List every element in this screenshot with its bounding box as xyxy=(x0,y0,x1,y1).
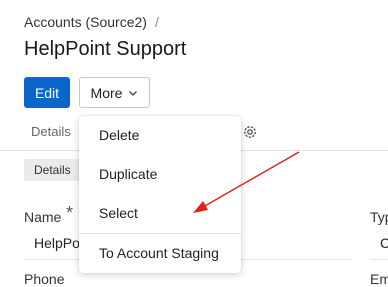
more-dropdown-menu: Delete Duplicate Select To Account Stagi… xyxy=(79,116,241,273)
menu-item-select[interactable]: Select xyxy=(99,205,138,221)
more-button[interactable]: More xyxy=(79,77,150,108)
menu-item-to-account-staging[interactable]: To Account Staging xyxy=(99,245,219,261)
email-field-label: Em xyxy=(370,271,388,287)
type-field-label: Typ xyxy=(370,209,388,225)
chevron-down-icon xyxy=(129,90,138,96)
section-header-details[interactable]: Details xyxy=(24,159,81,181)
required-indicator: * xyxy=(66,203,74,223)
type-field-underline xyxy=(370,259,388,260)
page-title: HelpPoint Support xyxy=(24,38,187,60)
menu-divider xyxy=(79,233,241,234)
menu-item-delete[interactable]: Delete xyxy=(99,127,139,143)
breadcrumb-separator: / xyxy=(154,14,159,30)
edit-button[interactable]: Edit xyxy=(24,77,70,108)
type-field-value: C xyxy=(380,235,388,251)
tab-details[interactable]: Details xyxy=(31,124,71,139)
name-field-label: Name xyxy=(24,209,62,225)
gear-icon[interactable] xyxy=(242,124,258,140)
phone-field-label: Phone xyxy=(24,271,65,287)
breadcrumb: Accounts (Source2) / xyxy=(24,14,159,30)
menu-item-duplicate[interactable]: Duplicate xyxy=(99,166,157,182)
breadcrumb-parent-link[interactable]: Accounts (Source2) xyxy=(24,14,147,30)
name-field-value: HelpPoint Support xyxy=(34,235,80,251)
more-button-label: More xyxy=(90,84,123,101)
